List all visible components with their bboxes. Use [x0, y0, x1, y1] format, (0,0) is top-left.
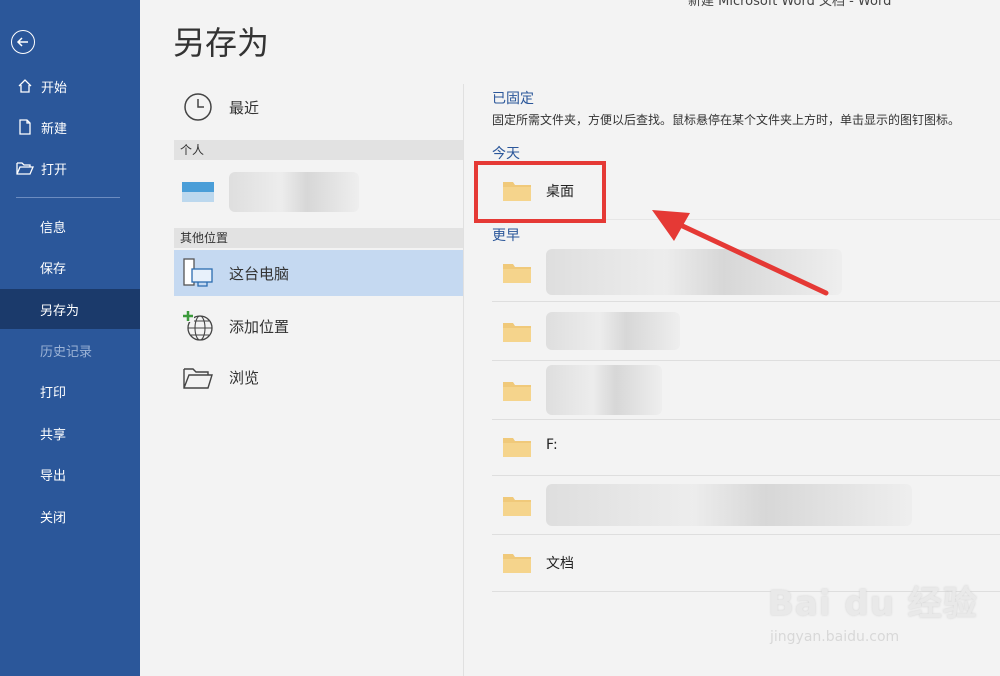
baidu-jingyan-watermark: Bai du 经验 jingyan.baidu.com [768, 576, 978, 645]
annotation-arrow [652, 210, 829, 296]
watermark-brand: Bai du 经验 [768, 584, 978, 624]
watermark-url: jingyan.baidu.com [770, 629, 900, 645]
